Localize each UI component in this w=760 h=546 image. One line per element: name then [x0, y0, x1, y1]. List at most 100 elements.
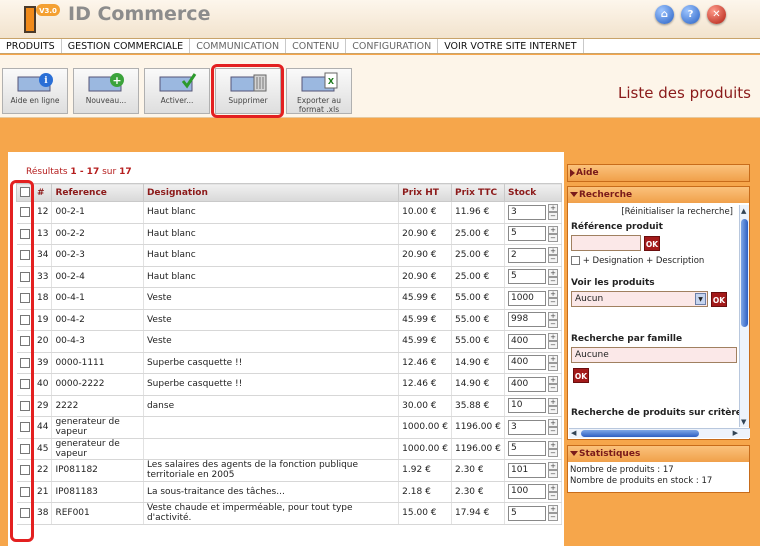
- export-xls-button[interactable]: X Exporter au format .xls: [286, 68, 352, 114]
- stock-input[interactable]: 5: [508, 269, 546, 285]
- stock-input[interactable]: 998: [508, 312, 546, 328]
- col-stock[interactable]: Stock: [504, 183, 562, 202]
- table-row[interactable]: 44 generateur de vapeur 1000.00 €1196.00 €…: [16, 416, 562, 439]
- aide-header[interactable]: Aide: [568, 165, 749, 181]
- increment-icon[interactable]: +: [548, 483, 558, 492]
- help-online-button[interactable]: i Aide en ligne: [2, 68, 68, 114]
- famille-select[interactable]: Aucune: [571, 347, 737, 363]
- decrement-icon[interactable]: −: [548, 319, 558, 328]
- decrement-icon[interactable]: −: [548, 405, 558, 414]
- row-prix-ttc: 35.88 €: [451, 395, 506, 417]
- search-header[interactable]: Recherche: [568, 187, 749, 203]
- increment-icon[interactable]: +: [548, 311, 558, 320]
- decrement-icon[interactable]: −: [548, 448, 558, 457]
- table-row[interactable]: 21 IP081183 La sous-traitance des tâches..…: [16, 481, 562, 503]
- col-designation[interactable]: Designation: [142, 183, 400, 202]
- stats-header[interactable]: Statistiques: [568, 446, 749, 462]
- stock-input[interactable]: 1000: [508, 290, 546, 306]
- stock-input[interactable]: 400: [508, 376, 546, 392]
- menu-voir-site[interactable]: VOIR VOTRE SITE INTERNET: [438, 39, 584, 53]
- decrement-icon[interactable]: −: [548, 276, 558, 285]
- voir-select[interactable]: Aucun ▼: [571, 291, 708, 307]
- reset-search-link[interactable]: [Réinitialiser la recherche]: [621, 207, 733, 217]
- table-row[interactable]: 22 IP081182 Les salaires des agents de la …: [16, 459, 562, 482]
- increment-icon[interactable]: +: [548, 440, 558, 449]
- menu-produits[interactable]: PRODUITS: [0, 39, 62, 53]
- stock-input[interactable]: 101: [508, 462, 546, 478]
- search-vertical-scrollbar[interactable]: ▲ ▼: [739, 205, 749, 427]
- increment-icon[interactable]: +: [548, 268, 558, 277]
- stock-input[interactable]: 2: [508, 247, 546, 263]
- stock-input[interactable]: 100: [508, 484, 546, 500]
- decrement-icon[interactable]: −: [548, 233, 558, 242]
- table-row[interactable]: 13 00-2-2 Haut blanc 20.90 €25.00 €5 + −: [16, 223, 562, 245]
- home-icon[interactable]: ⌂: [655, 5, 674, 24]
- ref-ok-button[interactable]: OK: [644, 236, 660, 251]
- menu-communication[interactable]: COMMUNICATION: [190, 39, 287, 53]
- decrement-icon[interactable]: −: [548, 513, 558, 522]
- decrement-icon[interactable]: −: [548, 384, 558, 393]
- stock-input[interactable]: 400: [508, 333, 546, 349]
- stock-input[interactable]: 3: [508, 204, 546, 220]
- scroll-right-icon[interactable]: ▶: [733, 429, 738, 437]
- table-row[interactable]: 29 2222 danse 30.00 €35.88 €10 + −: [16, 395, 562, 417]
- increment-icon[interactable]: +: [548, 419, 558, 428]
- activate-button[interactable]: Activer...: [144, 68, 210, 114]
- menu-gestion-commerciale[interactable]: GESTION COMMERCIALE: [62, 39, 191, 53]
- col-reference[interactable]: Reference: [51, 183, 144, 202]
- table-row[interactable]: 45 generateur de vapeur 1000.00 €1196.00 €…: [16, 438, 562, 460]
- increment-icon[interactable]: +: [548, 225, 558, 234]
- col-prix-ttc[interactable]: Prix TTC: [450, 183, 506, 202]
- increment-icon[interactable]: +: [548, 354, 558, 363]
- decrement-icon[interactable]: −: [548, 427, 558, 436]
- stock-input[interactable]: 3: [508, 419, 546, 435]
- help-icon[interactable]: ?: [681, 5, 700, 24]
- table-row[interactable]: 38 REF001 Veste chaude et imperméable, pou…: [16, 502, 562, 525]
- table-row[interactable]: 19 00-4-2 Veste 45.99 €55.00 €998 + −: [16, 309, 562, 331]
- decrement-icon[interactable]: −: [548, 298, 558, 307]
- new-button[interactable]: + Nouveau...: [73, 68, 139, 114]
- scroll-up-icon[interactable]: ▲: [741, 207, 746, 215]
- increment-icon[interactable]: +: [548, 204, 558, 213]
- stock-input[interactable]: 10: [508, 398, 546, 414]
- decrement-icon[interactable]: −: [548, 212, 558, 221]
- stock-input[interactable]: 5: [508, 226, 546, 242]
- famille-ok-button[interactable]: OK: [573, 368, 589, 383]
- scroll-down-icon[interactable]: ▼: [741, 418, 746, 426]
- stock-input[interactable]: 5: [508, 505, 546, 521]
- decrement-icon[interactable]: −: [548, 255, 558, 264]
- col-prix-ht[interactable]: Prix HT: [398, 183, 452, 202]
- decrement-icon[interactable]: −: [548, 491, 558, 500]
- decrement-icon[interactable]: −: [548, 362, 558, 371]
- table-row[interactable]: 12 00-2-1 Haut blanc 10.00 €11.96 €3 + −: [16, 201, 562, 224]
- scroll-thumb[interactable]: [741, 219, 748, 327]
- voir-ok-button[interactable]: OK: [711, 292, 727, 307]
- table-row[interactable]: 34 00-2-3 Haut blanc 20.90 €25.00 €2 + −: [16, 244, 562, 267]
- decrement-icon[interactable]: −: [548, 341, 558, 350]
- menu-contenu[interactable]: CONTENU: [286, 39, 347, 53]
- scroll-left-icon[interactable]: ◀: [571, 429, 576, 437]
- ref-input[interactable]: [571, 235, 641, 251]
- designation-checkbox[interactable]: [571, 256, 580, 265]
- increment-icon[interactable]: +: [548, 462, 558, 471]
- app-title: ID Commerce: [68, 3, 211, 25]
- stock-input[interactable]: 5: [508, 441, 546, 457]
- scroll-h-thumb[interactable]: [581, 430, 699, 437]
- increment-icon[interactable]: +: [548, 397, 558, 406]
- col-id[interactable]: #: [32, 183, 53, 202]
- stock-input[interactable]: 400: [508, 355, 546, 371]
- table-row[interactable]: 39 0000-1111 Superbe casquette !! 12.46 €14…: [16, 352, 562, 374]
- decrement-icon[interactable]: −: [548, 470, 558, 479]
- increment-icon[interactable]: +: [548, 376, 558, 385]
- increment-icon[interactable]: +: [548, 333, 558, 342]
- increment-icon[interactable]: +: [548, 505, 558, 514]
- close-icon[interactable]: ✕: [707, 5, 726, 24]
- table-row[interactable]: 40 0000-2222 Superbe casquette !! 12.46 €14…: [16, 373, 562, 396]
- increment-icon[interactable]: +: [548, 247, 558, 256]
- table-row[interactable]: 18 00-4-1 Veste 45.99 €55.00 €1000 + −: [16, 287, 562, 310]
- menu-configuration[interactable]: CONFIGURATION: [346, 39, 439, 53]
- increment-icon[interactable]: +: [548, 290, 558, 299]
- search-horizontal-scrollbar[interactable]: ◀ ▶: [569, 428, 750, 438]
- table-row[interactable]: 20 00-4-3 Veste 45.99 €55.00 €400 + −: [16, 330, 562, 353]
- table-row[interactable]: 33 00-2-4 Haut blanc 20.90 €25.00 €5 + −: [16, 266, 562, 288]
